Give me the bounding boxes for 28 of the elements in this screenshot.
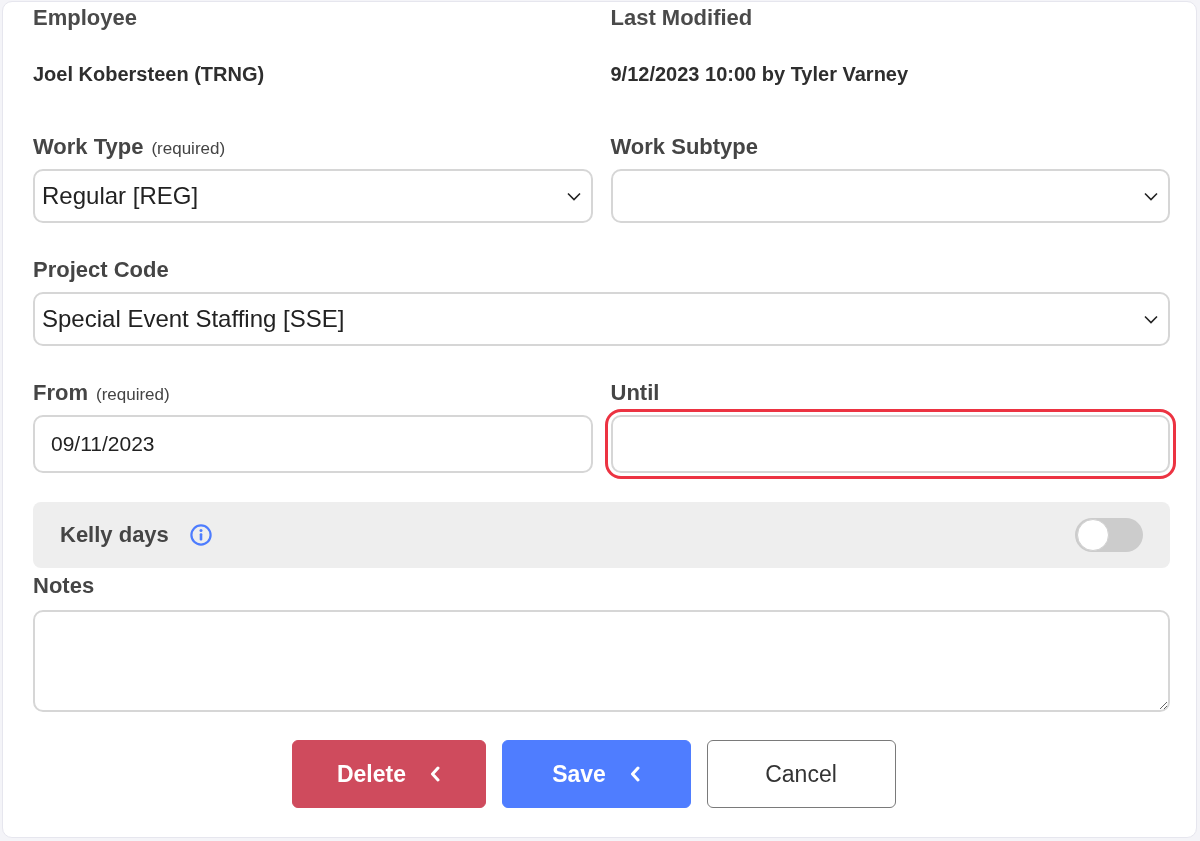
info-label: Last Modified	[610, 5, 753, 31]
toggle-label: Kelly days	[60, 522, 169, 548]
notes-field[interactable]	[33, 610, 1170, 712]
chevron-down-icon	[1144, 314, 1158, 324]
chevron-down-icon	[1144, 191, 1158, 201]
select-field[interactable]: Special Event Staffing [SSE]	[33, 292, 1170, 346]
info-value: Joel Kobersteen (TRNG)	[33, 62, 265, 86]
field-label: Work Type	[33, 134, 144, 160]
info-label: Employee	[33, 5, 137, 31]
field-label: Until	[610, 380, 660, 406]
date-field[interactable]: 09/11/2023	[33, 415, 593, 473]
delete-button[interactable]: Delete	[291, 740, 486, 808]
chevron-down-icon	[566, 191, 581, 201]
select-field[interactable]	[610, 169, 1170, 223]
field-label: Notes	[33, 573, 95, 599]
toggle-switch[interactable]	[1075, 518, 1143, 552]
info-value: 9/12/2023 10:00 by Tyler Varney	[610, 62, 909, 86]
info-icon[interactable]	[189, 524, 212, 546]
select-field[interactable]: Regular [REG]	[33, 169, 593, 223]
required-hint: (required)	[96, 385, 170, 405]
cancel-button[interactable]: Cancel	[706, 740, 896, 808]
field-label: Work Subtype	[610, 134, 758, 160]
save-button[interactable]: Save	[501, 740, 691, 808]
field-label: Project Code	[33, 257, 169, 283]
chevron-left-icon	[629, 766, 640, 782]
chevron-left-icon	[430, 766, 440, 782]
field-label: From	[33, 380, 88, 406]
required-hint: (required)	[151, 139, 226, 159]
